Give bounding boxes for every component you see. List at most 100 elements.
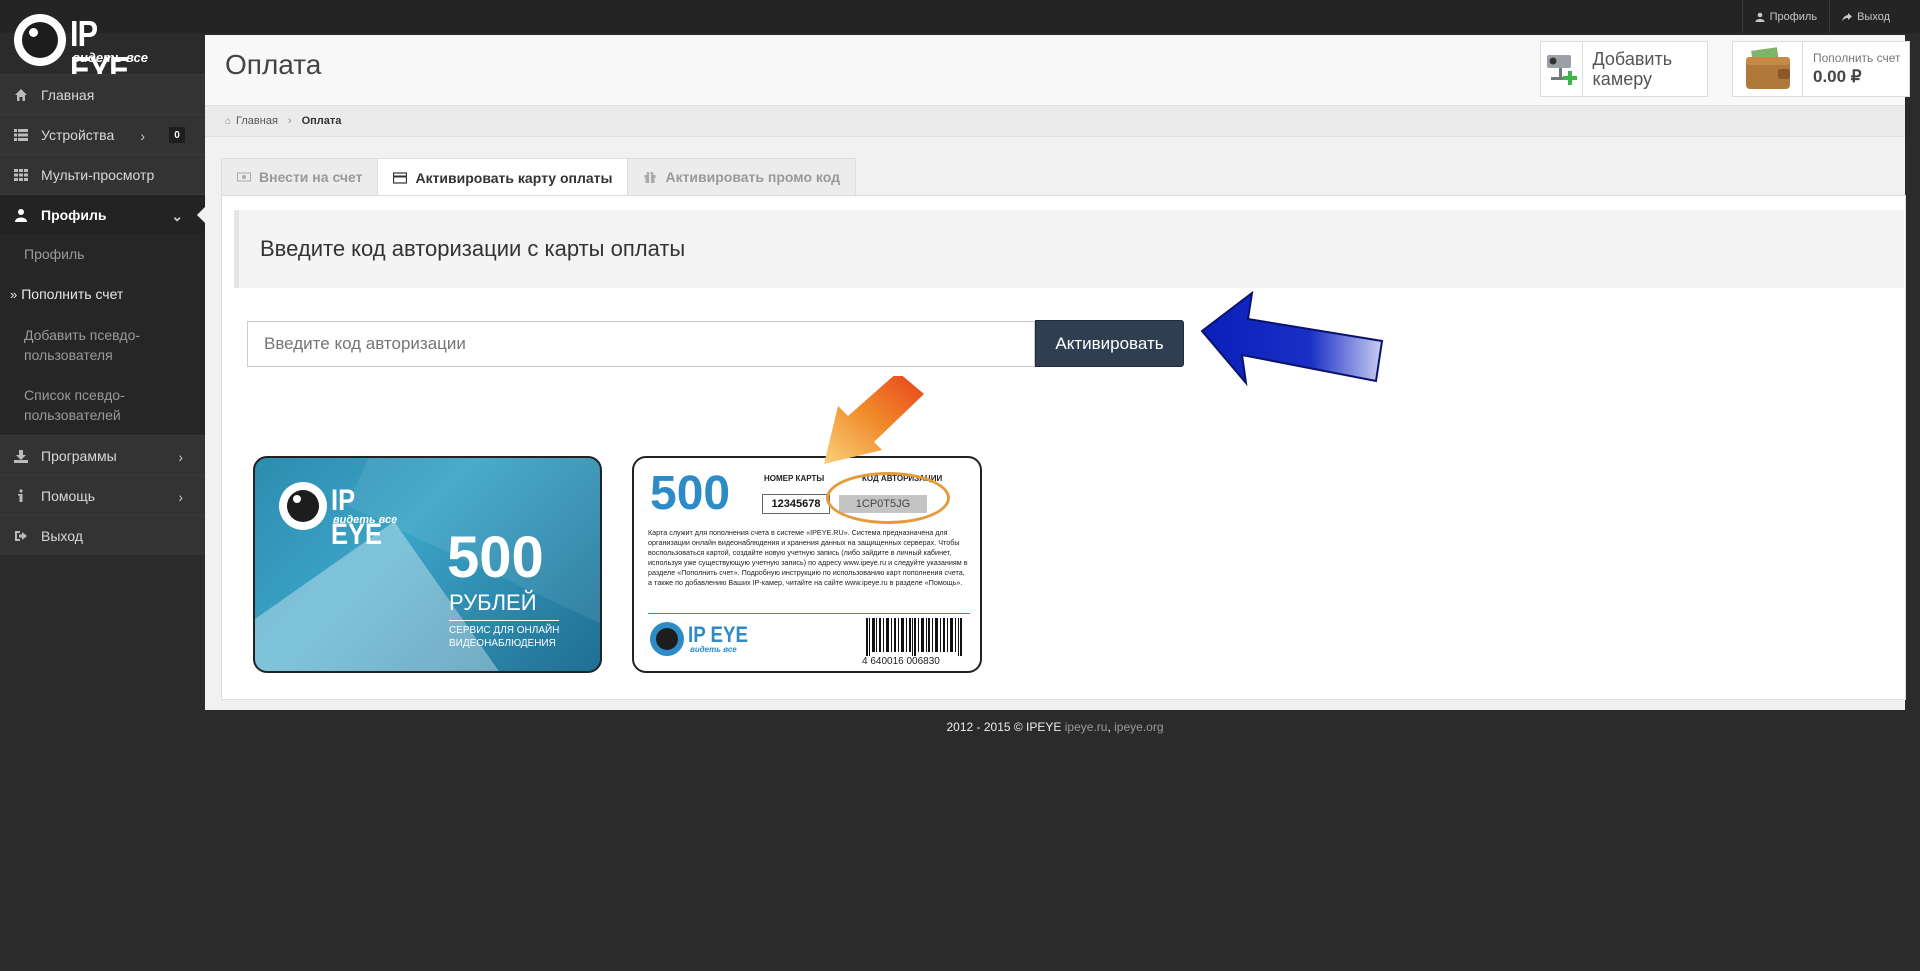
gift-icon <box>644 172 656 183</box>
instruction-callout: Введите код авторизации с карты оплаты <box>234 210 1904 288</box>
chevron-down-icon: ⌄ <box>171 208 183 224</box>
sidebar-item-label: Мульти-просмотр <box>41 166 155 183</box>
list-icon <box>14 128 28 142</box>
breadcrumb-home-link[interactable]: Главная <box>236 115 278 127</box>
grid-icon <box>14 168 28 182</box>
breadcrumb-current: Оплата <box>301 115 342 127</box>
sidebar: Главная Устройства › 0 Мульти-просмотр П… <box>0 74 205 555</box>
add-camera-button[interactable]: Добавить камеру <box>1540 41 1708 97</box>
card-number-label: НОМЕР КАРТЫ <box>764 474 825 483</box>
submenu-item-top-up[interactable]: » Пополнить счет <box>0 274 205 315</box>
auth-code-input[interactable] <box>247 321 1035 367</box>
card-currency: РУБЛЕЙ <box>449 590 537 615</box>
main-content: Оплата Добавить камеру Пополнить счет 0.… <box>205 35 1910 710</box>
submenu-item-pseudo-user-list[interactable]: Список псевдо-пользователей <box>0 375 205 435</box>
activate-heading: Введите код авторизации с карты оплаты <box>260 236 686 261</box>
breadcrumb: ⌂ Главная › Оплата <box>205 105 1905 137</box>
download-icon <box>14 449 28 463</box>
tab-activate-promo[interactable]: Активировать промо код <box>627 158 856 195</box>
barcode-icon <box>866 618 962 656</box>
card-description: СЕРВИС ДЛЯ ОНЛАЙН ВИДЕОНАБЛЮДЕНИЯ <box>449 625 560 649</box>
blue-arrow-icon <box>1200 291 1384 387</box>
devices-count-badge: 0 <box>169 127 185 143</box>
wallet-top-up-button[interactable]: Пополнить счет 0.00 ₽ <box>1732 41 1910 97</box>
chevron-right-icon: › <box>140 128 145 144</box>
chevron-right-icon: › <box>178 489 183 505</box>
info-icon <box>14 488 28 503</box>
sidebar-item-label: Главная <box>41 86 95 103</box>
money-icon <box>237 172 251 182</box>
sidebar-item-programs[interactable]: Программы › <box>0 435 205 475</box>
submenu-item-profile[interactable]: Профиль <box>0 234 205 274</box>
footer-separator: , <box>1107 720 1111 734</box>
card-number: 12345678 <box>762 494 830 514</box>
sidebar-item-label: Профиль <box>41 206 107 223</box>
sidebar-item-home[interactable]: Главная <box>0 74 205 114</box>
footer: 2012 - 2015 © IPEYE ipeye.ru, ipeye.org <box>205 720 1905 734</box>
active-indicator <box>197 207 205 223</box>
sidebar-item-help[interactable]: Помощь › <box>0 475 205 515</box>
activate-card-panel: Введите код авторизации с карты оплаты А… <box>221 195 1906 700</box>
sidebar-item-multiview[interactable]: Мульти-просмотр <box>0 154 205 194</box>
card-example-image: IP EYE видеть все 500 РУБЛЕЙ СЕРВИС ДЛЯ … <box>247 376 1035 679</box>
home-icon: ⌂ <box>225 115 232 127</box>
sidebar-item-label: Выход <box>41 527 83 544</box>
payment-tabs: Внести на счет Активировать карту оплаты… <box>221 158 856 196</box>
wallet-label: Пополнить счет <box>1813 51 1901 65</box>
submenu-item-add-pseudo-user[interactable]: Добавить псевдо-пользователя <box>0 315 205 375</box>
page-header: Оплата Добавить камеру Пополнить счет 0.… <box>205 35 1910 105</box>
eye-logo-icon <box>650 622 684 656</box>
logo-tagline: видеть все <box>72 50 148 65</box>
top-profile-link[interactable]: Профиль <box>1741 0 1830 33</box>
sidebar-item-label: Устройства <box>41 126 115 143</box>
activate-button[interactable]: Активировать <box>1035 320 1184 367</box>
top-bar: Профиль Выход <box>0 0 1920 33</box>
card-front: IP EYE видеть все 500 РУБЛЕЙ СЕРВИС ДЛЯ … <box>253 456 602 673</box>
card-tagline: видеть все <box>333 514 398 526</box>
profile-submenu: Профиль » Пополнить счет Добавить псевдо-… <box>0 234 205 435</box>
page-title: Оплата <box>225 49 322 80</box>
card-back-amount: 500 <box>650 467 731 520</box>
user-icon <box>1755 12 1765 22</box>
barcode-number: 4 640016 006830 <box>862 656 940 667</box>
tab-label: Внести на счет <box>259 169 363 185</box>
footer-link-ipeye-ru[interactable]: ipeye.ru <box>1065 720 1108 734</box>
camera-add-icon <box>1541 42 1583 96</box>
user-icon <box>14 208 28 222</box>
share-icon <box>1842 12 1853 21</box>
sidebar-item-label: Помощь <box>41 487 96 504</box>
eye-logo-icon <box>14 14 66 66</box>
sidebar-item-profile[interactable]: Профиль ⌄ <box>0 194 205 234</box>
sidebar-item-devices[interactable]: Устройства › 0 <box>0 114 205 154</box>
card-amount: 500 <box>447 525 544 590</box>
card-logo: IP EYE видеть все <box>279 482 419 551</box>
footer-copyright: 2012 - 2015 © IPEYE <box>946 720 1062 734</box>
top-logout-link[interactable]: Выход <box>1829 0 1902 33</box>
logo[interactable]: IP EYE видеть все <box>14 14 164 88</box>
credit-card-icon <box>393 171 408 184</box>
sidebar-item-label: Программы <box>41 447 117 464</box>
tab-label: Активировать карту оплаты <box>415 169 613 186</box>
chevron-right-icon: › <box>178 449 183 465</box>
tab-deposit[interactable]: Внести на счет <box>221 158 379 195</box>
chevron-right-icon: › <box>287 115 292 127</box>
top-logout-label: Выход <box>1857 10 1890 23</box>
top-links: Профиль Выход <box>1741 0 1902 33</box>
footer-link-ipeye-org[interactable]: ipeye.org <box>1114 720 1163 734</box>
wallet-icon <box>1733 42 1803 96</box>
card-back: 500 НОМЕР КАРТЫ КОД АВТОРИЗАЦИИ 12345678… <box>632 456 982 673</box>
highlight-ring <box>826 472 950 524</box>
tab-activate-card[interactable]: Активировать карту оплаты <box>377 158 629 196</box>
double-chevron-icon: » <box>10 287 18 302</box>
add-camera-label: Добавить камеру <box>1592 49 1673 89</box>
sidebar-item-logout[interactable]: Выход <box>0 515 205 555</box>
home-icon <box>14 88 28 102</box>
card-back-logo: IP EYE видеть все <box>650 622 770 662</box>
orange-arrow-icon <box>824 376 924 464</box>
card-back-text: Карта служит для пополнения счета в сист… <box>648 528 968 587</box>
top-profile-label: Профиль <box>1769 10 1818 23</box>
eye-logo-icon <box>279 482 327 530</box>
card-back-tagline: видеть все <box>690 645 737 654</box>
wallet-balance: 0.00 ₽ <box>1813 67 1862 86</box>
submenu-item-label: Пополнить счет <box>21 286 124 302</box>
